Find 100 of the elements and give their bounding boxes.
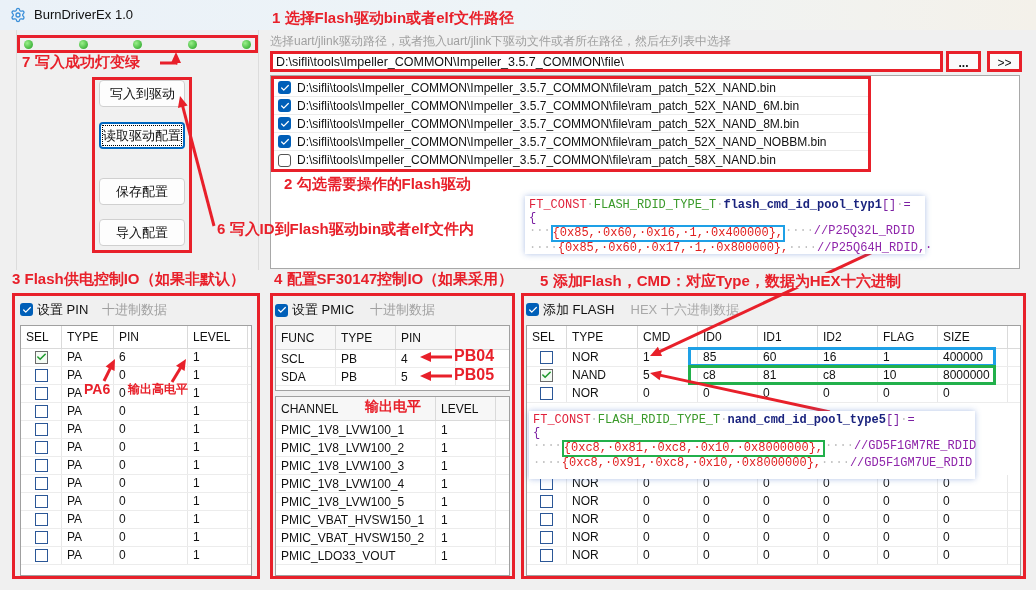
column-header[interactable]: FLAG [878,325,938,348]
code-token: ···· [529,242,558,255]
checkbox[interactable] [34,386,48,400]
action-button[interactable]: 保存配置 [99,178,185,205]
annotation-arrow [170,359,186,383]
code-token: { [529,212,537,225]
column-header[interactable]: LEVEL [436,397,496,420]
table-cell: 0 [638,546,698,564]
checkbox[interactable] [34,350,48,364]
checkbox[interactable] [540,548,553,562]
checkbox[interactable] [540,386,553,400]
code-token: ···· [785,225,814,240]
code-token: //P25Q32L_RDID [813,225,915,240]
code-token: · [720,413,728,427]
checkbox[interactable] [34,422,48,436]
checkbox[interactable] [278,153,291,167]
checkbox[interactable] [278,81,291,94]
table-cell: PMIC_VBAT_HVSW150_2 [276,529,436,546]
annotation-label: 7 写入成功灯变绿 [22,54,140,69]
code-token: = [907,413,915,427]
annotation-arrow [420,352,452,362]
checkbox[interactable] [278,99,291,112]
checkbox[interactable] [34,494,48,508]
column-header[interactable]: SIZE [938,325,1008,348]
action-button[interactable]: 写入到驱动 [99,80,185,107]
action-button[interactable]: 导入配置 [99,219,185,246]
checkbox[interactable] [34,440,48,454]
column-header[interactable]: TYPE [62,325,114,348]
table-cell: PA [62,420,114,438]
table-cell: 0 [114,402,188,420]
code-token: //GD5F1GM7UE_RDID [849,456,973,470]
table-cell: 1 [436,457,496,474]
annotation-label: 输出高电平 [128,383,188,395]
table-cell: 1 [188,402,248,420]
table-cell: 0 [878,546,938,564]
checkbox-label[interactable]: 设置 PIN [37,300,89,320]
table-cell: PB [336,350,396,367]
column-header[interactable]: PIN [114,325,188,348]
action-button[interactable]: 读取驱动配置 [99,122,185,149]
column-header[interactable]: SEL [527,325,567,348]
checkbox[interactable] [278,135,291,148]
column-header[interactable]: FUNC [276,326,336,349]
code-token: · [716,199,724,212]
column-header[interactable]: LEVEL [188,325,248,348]
checkbox[interactable] [34,530,48,544]
table-cell: 0 [818,528,878,546]
checkbox[interactable] [34,368,48,382]
file-list-item[interactable]: D:\sifli\tools\Impeller_COMMON\Impeller_3.5.7_COMMON\file\ram_patch_58X_NAND.bin [274,151,868,169]
checkbox[interactable] [278,117,291,130]
checkbox[interactable] [275,303,288,317]
checkbox-label[interactable]: 设置 PMIC [292,300,355,320]
code-token: {0xc8,·0x81,·0xc8,·0x10,·0x8000000}, [561,439,826,457]
table-cell: 1 [436,439,496,456]
code-token: FT_CONST [533,413,591,427]
code-token: [] [881,199,897,212]
browse-button[interactable]: ... [946,51,981,72]
file-list-item[interactable]: D:\sifli\tools\Impeller_COMMON\Impeller_3.5.7_COMMON\file\ram_patch_52X_NAND_8M.bin [274,115,868,133]
file-list-item[interactable]: D:\sifli\tools\Impeller_COMMON\Impeller_3.5.7_COMMON\file\ram_patch_52X_NAND.bin [274,79,868,97]
column-header[interactable]: PIN [396,326,456,349]
checkbox[interactable] [540,494,553,508]
checkbox[interactable] [526,303,539,317]
column-header[interactable]: SEL [21,325,62,348]
table-cell: 0 [818,492,878,510]
file-list-item[interactable]: D:\sifli\tools\Impeller_COMMON\Impeller_3.5.7_COMMON\file\ram_patch_52X_NAND_NOBBM.bin [274,133,868,151]
column-header[interactable]: TYPE [567,325,638,348]
checkbox[interactable] [34,404,48,418]
settings-icon [10,7,26,23]
code-token: = [903,199,911,212]
table-cell: PA [62,546,114,564]
checkbox-label[interactable]: 添加 FLASH [543,300,615,320]
checkbox[interactable] [540,350,553,364]
table-cell: NOR [567,348,638,366]
go-button[interactable]: >> [987,51,1022,72]
table-cell: 0 [758,528,818,546]
checkbox[interactable] [20,303,33,317]
table-cell: 0 [938,384,1008,402]
table-cell: 400000 [938,348,1008,366]
checkbox[interactable] [540,530,553,544]
checkbox[interactable] [34,548,48,562]
column-header[interactable]: TYPE [336,326,396,349]
table-cell: 1 [188,546,248,564]
table-cell: 0 [758,546,818,564]
annotation-label: 输出电平 [365,399,421,413]
table-cell: 1 [436,529,496,546]
table-cell: 1 [878,348,938,366]
checkbox[interactable] [540,368,553,382]
checkbox[interactable] [34,458,48,472]
table-cell: 0 [114,420,188,438]
column-header[interactable]: ID1 [758,325,818,348]
column-header[interactable]: ID2 [818,325,878,348]
path-input-field[interactable]: D:\sifli\tools\Impeller_COMMON\Impeller_3.5.7_COMMON\file\ [273,54,940,69]
code-token: nand_cmd_id_pool_type5 [727,413,886,427]
table-cell: 0 [818,546,878,564]
checkbox[interactable] [540,512,553,526]
file-list-item[interactable]: D:\sifli\tools\Impeller_COMMON\Impeller_3.5.7_COMMON\file\ram_patch_52X_NAND_6M.bin [274,97,868,115]
table-cell: PA [62,474,114,492]
table-cell: 1 [436,421,496,438]
checkbox[interactable] [34,512,48,526]
table-cell: 0 [878,492,938,510]
checkbox[interactable] [34,476,48,490]
